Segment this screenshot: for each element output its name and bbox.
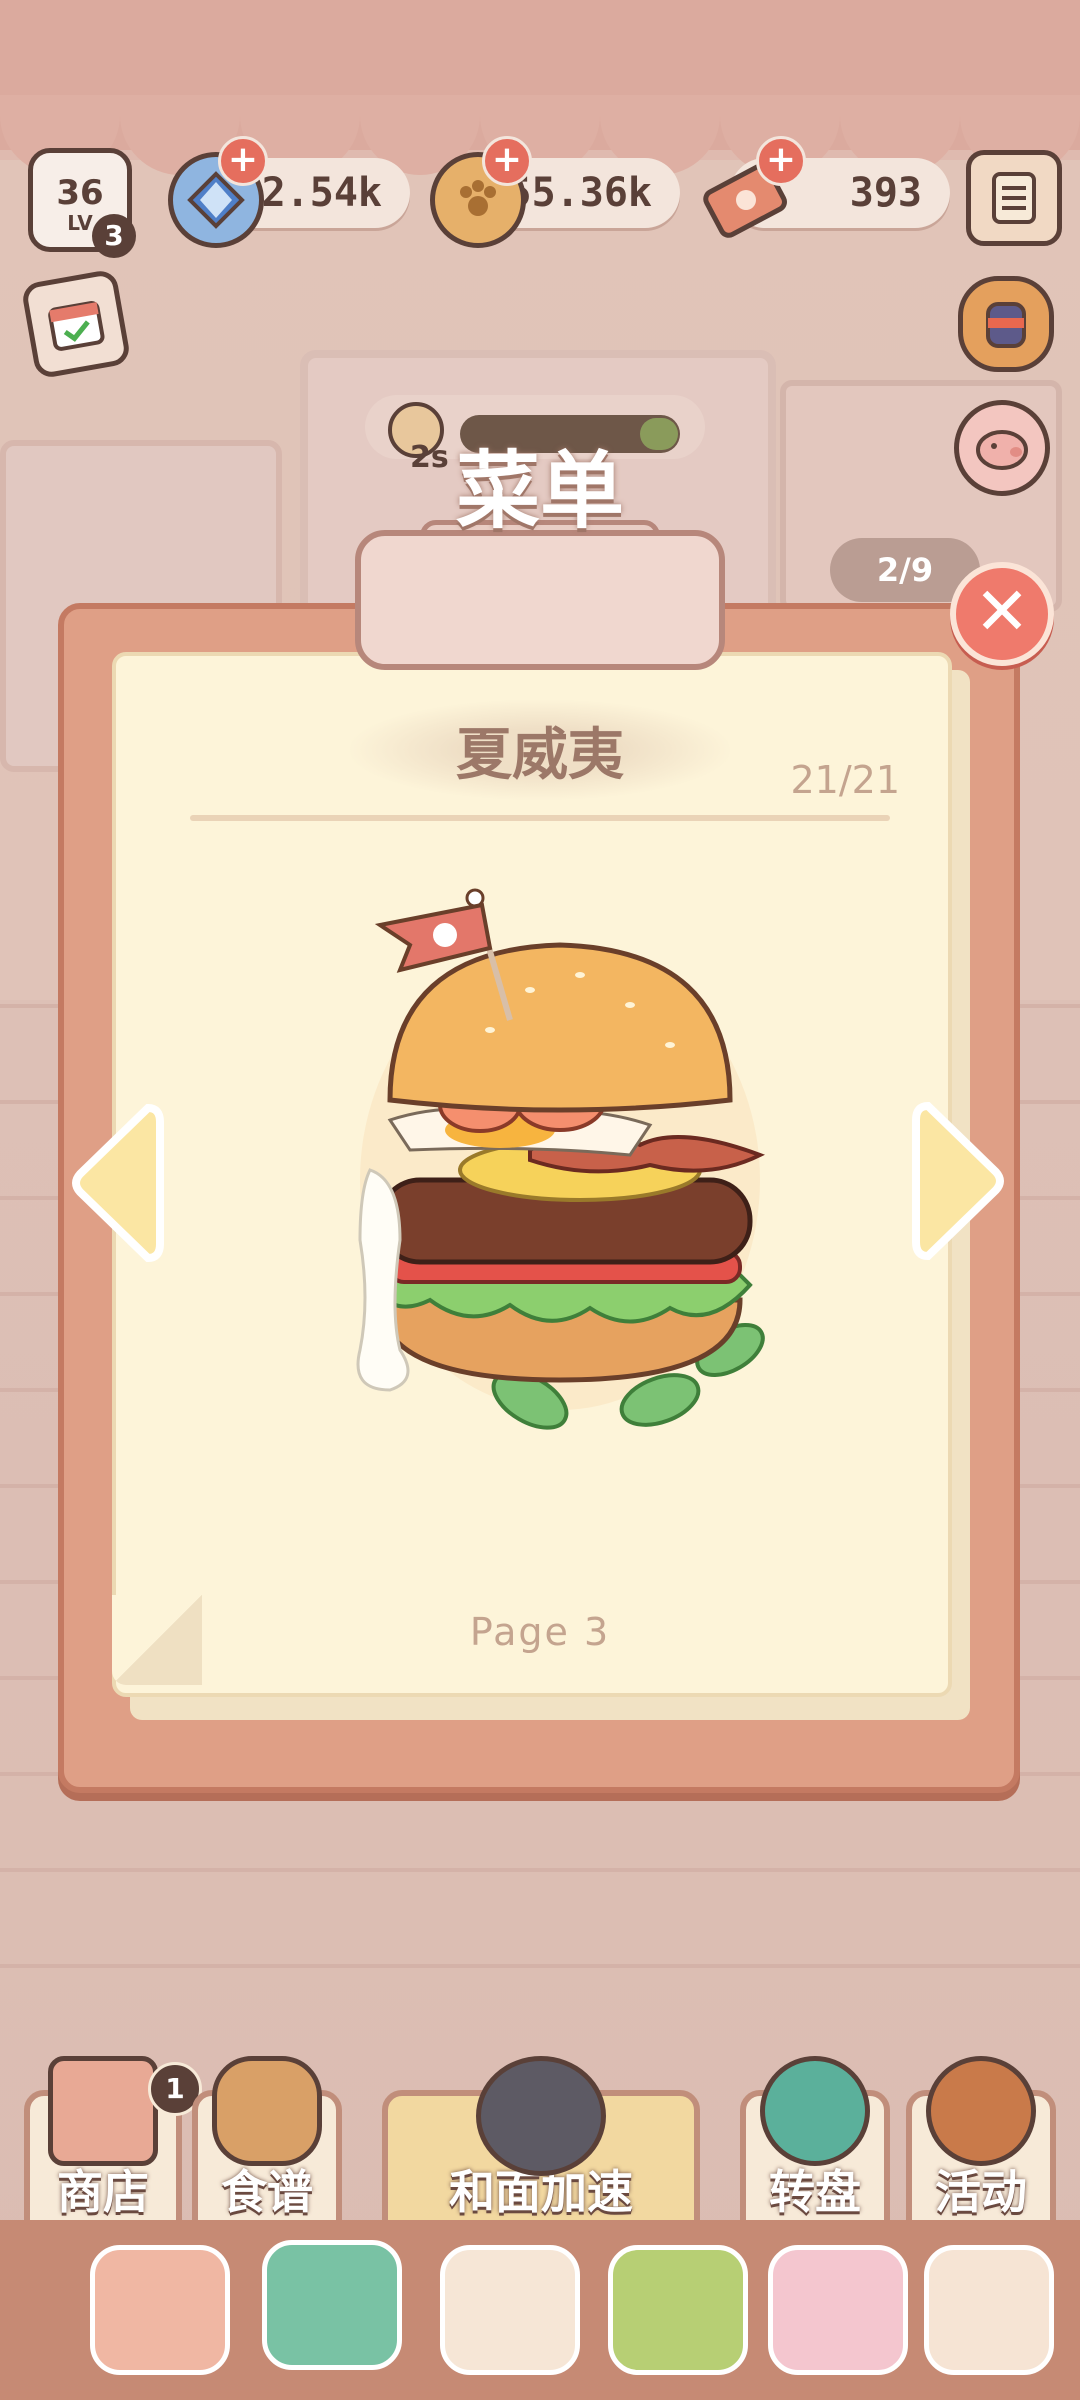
notebook-icon[interactable] (966, 150, 1062, 246)
calendar-icon[interactable] (20, 268, 132, 380)
next-page-button[interactable] (912, 1096, 1008, 1266)
level-number: 36 (56, 173, 104, 213)
shop-icon (48, 2056, 158, 2166)
dock-unicorn-icon[interactable] (924, 2245, 1054, 2375)
tab-shop[interactable]: 商店 (24, 2056, 182, 2240)
add-tickets-button[interactable]: + (756, 136, 806, 186)
pumpkin-icon (926, 2056, 1036, 2166)
jar-icon[interactable] (958, 276, 1054, 372)
tab-events[interactable]: 活动 (906, 2056, 1056, 2240)
dock-cat-icon[interactable] (440, 2245, 580, 2375)
add-gems-button[interactable]: + (218, 136, 268, 186)
bear-icon (476, 2056, 606, 2176)
chevron-right-icon (912, 1101, 1004, 1261)
hamburger-icon (330, 880, 770, 1460)
wheel-icon (760, 2056, 870, 2166)
dock-corn-icon[interactable] (608, 2245, 748, 2375)
dish-name: 夏威夷 (456, 723, 624, 788)
clip-head (355, 530, 725, 670)
close-button[interactable]: ✕ (950, 562, 1054, 666)
page-label: Page 3 (469, 1610, 611, 1654)
dish-count: 21/21 (790, 758, 900, 802)
divider (190, 815, 890, 821)
piggy-bank-icon[interactable] (954, 400, 1050, 496)
chevron-left-icon (72, 1103, 164, 1263)
close-icon: ✕ (974, 573, 1030, 650)
dock-palm-icon[interactable] (262, 2240, 402, 2370)
tab-dough-speedup[interactable]: 和面加速 (382, 2056, 700, 2240)
menu-title: 菜单 (455, 442, 624, 540)
tab-wheel[interactable]: 转盘 (740, 2056, 890, 2240)
level-badge: 3 (92, 214, 136, 258)
add-coins-button[interactable]: + (482, 136, 532, 186)
dock-flower-icon[interactable] (768, 2245, 908, 2375)
tab-recipes[interactable]: 食谱 (192, 2056, 342, 2240)
prev-page-button[interactable] (68, 1098, 164, 1268)
tickets-value: 393 (849, 170, 922, 216)
bread-icon (212, 2056, 322, 2166)
dock-shop-icon[interactable] (90, 2245, 230, 2375)
page-curl[interactable] (112, 1595, 202, 1685)
